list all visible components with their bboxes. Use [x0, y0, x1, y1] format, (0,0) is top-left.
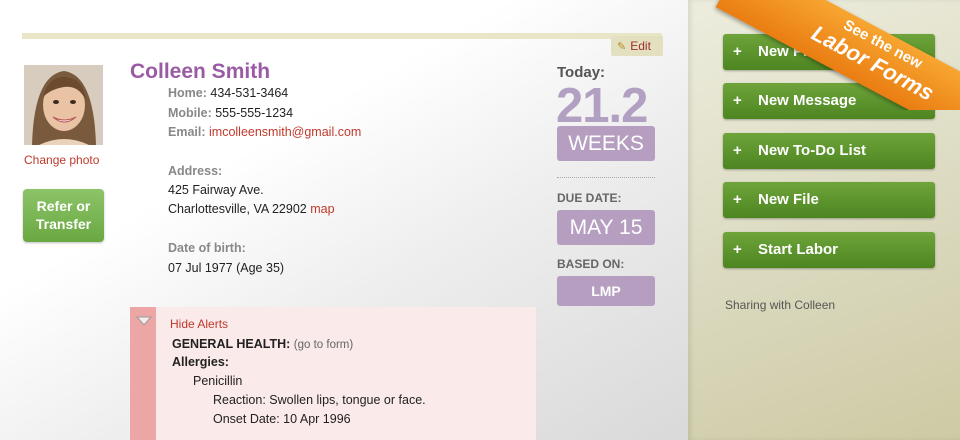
weeks-badge: WEEKS — [557, 126, 655, 161]
email-link[interactable]: imcolleensmith@gmail.com — [209, 125, 361, 139]
start-labor-button[interactable]: + Start Labor — [723, 232, 935, 268]
based-on-button[interactable]: LMP — [557, 276, 655, 306]
action-label: New Message — [758, 92, 857, 109]
go-to-form-link[interactable]: (go to form) — [294, 339, 353, 351]
hide-alerts-link[interactable]: Hide Alerts — [170, 317, 228, 331]
refer-line-2: Transfer — [35, 216, 92, 232]
plus-icon: + — [733, 241, 742, 258]
patient-panel: ✎ Edit Change photo Refer or Transfer Col… — [0, 0, 688, 440]
alerts-panel: Hide Alerts GENERAL HEALTH: (go to form)… — [130, 307, 536, 440]
plus-icon: + — [733, 92, 742, 109]
change-photo-link[interactable]: Change photo — [24, 153, 99, 167]
patient-photo — [24, 65, 103, 145]
mobile-phone-row: Mobile: 555-555-1234 — [168, 106, 293, 120]
action-label: New File — [758, 191, 819, 208]
dob-label: Date of birth: — [168, 241, 246, 255]
allergy-onset: Onset Date: 10 Apr 1996 — [213, 412, 351, 426]
mobile-label: Mobile: — [168, 106, 212, 120]
edit-label: Edit — [630, 39, 651, 53]
home-phone: 434-531-3464 — [210, 86, 289, 100]
address-label: Address: — [168, 164, 223, 178]
edit-button[interactable]: ✎ Edit — [611, 36, 663, 56]
new-todo-list-button[interactable]: + New To-Do List — [723, 133, 935, 169]
top-bar — [22, 33, 662, 39]
home-phone-row: Home: 434-531-3464 — [168, 86, 288, 100]
address-label-row: Address: — [168, 164, 222, 178]
general-health-label: GENERAL HEALTH: — [172, 337, 291, 351]
due-date-badge: MAY 15 — [557, 210, 655, 245]
refer-transfer-button[interactable]: Refer or Transfer — [23, 189, 104, 242]
email-row: Email: imcolleensmith@gmail.com — [168, 125, 361, 139]
action-label: New To-Do List — [758, 142, 867, 159]
pencil-icon: ✎ — [617, 41, 627, 53]
allergies-label: Allergies: — [172, 355, 229, 369]
refer-line-1: Refer or — [36, 198, 91, 214]
address-line-2-row: Charlottesville, VA 22902 map — [168, 202, 335, 216]
address-line-2: Charlottesville, VA 22902 — [168, 202, 307, 216]
home-label: Home: — [168, 86, 207, 100]
collapse-triangle-icon[interactable] — [136, 316, 152, 326]
new-file-button[interactable]: + New File — [723, 182, 935, 218]
plus-icon: + — [733, 191, 742, 208]
allergen: Penicillin — [193, 374, 243, 388]
sharing-status: Sharing with Colleen — [725, 298, 836, 312]
dob-label-row: Date of birth: — [168, 241, 246, 255]
dob-value: 07 Jul 1977 (Age 35) — [168, 261, 285, 275]
action-label: Start Labor — [758, 241, 839, 258]
based-on-label: BASED ON: — [557, 257, 625, 271]
mobile-phone: 555-555-1234 — [215, 106, 294, 120]
alerts-stripe — [130, 307, 156, 440]
map-link[interactable]: map — [310, 202, 334, 216]
allergy-reaction: Reaction: Swollen lips, tongue or face. — [213, 393, 426, 407]
plus-icon: + — [733, 43, 742, 60]
due-date-label: DUE DATE: — [557, 191, 622, 205]
general-health-row: GENERAL HEALTH: (go to form) — [172, 337, 353, 351]
email-label: Email: — [168, 125, 206, 139]
patient-name: Colleen Smith — [130, 60, 271, 83]
plus-icon: + — [733, 142, 742, 159]
divider — [557, 177, 655, 178]
address-line-1: 425 Fairway Ave. — [168, 183, 264, 197]
